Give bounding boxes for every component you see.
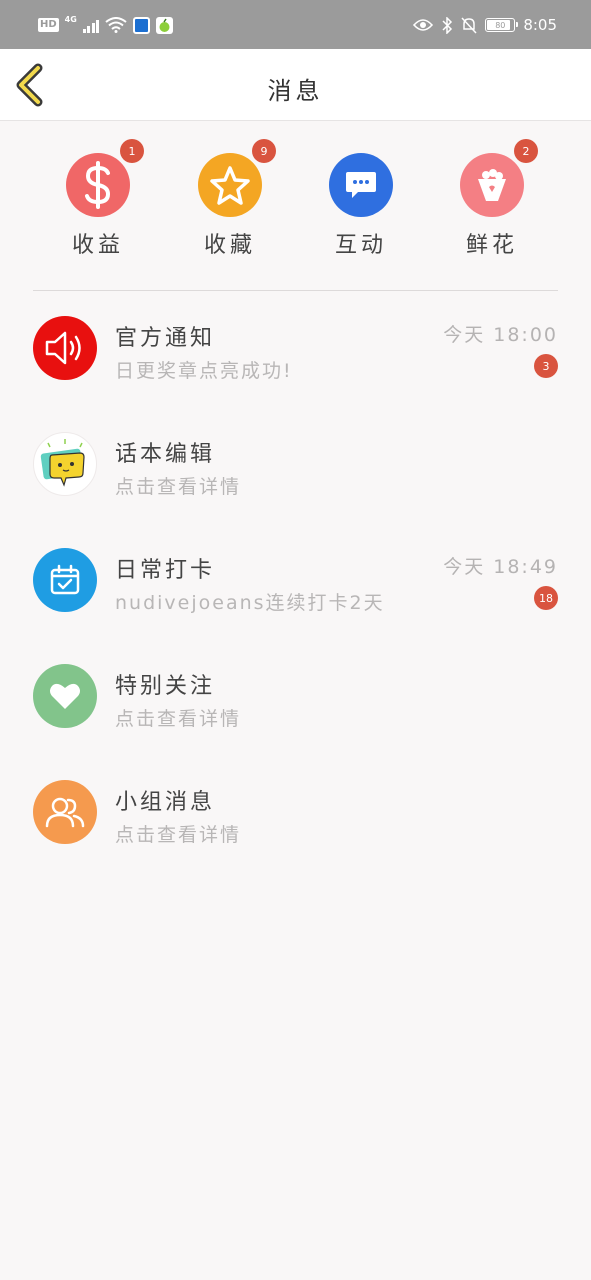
- message-preview: 点击查看详情: [115, 476, 242, 498]
- earnings-badge: 1: [120, 139, 144, 163]
- message-script-editor[interactable]: 话本编辑 点击查看详情: [0, 432, 591, 532]
- fruit-app-icon: [156, 16, 174, 34]
- speaker-icon: [45, 331, 81, 365]
- status-bar: HD 4G 80 8:05: [0, 0, 591, 49]
- follow-avatar: [33, 664, 97, 728]
- message-preview: nudivejoeans连续打卡2天: [115, 592, 385, 614]
- flowers-badge: 2: [514, 139, 538, 163]
- hd-indicator: HD: [38, 18, 59, 32]
- category-flowers[interactable]: 2 鲜花: [432, 139, 552, 263]
- eye-icon: [413, 19, 434, 31]
- network-type: 4G: [64, 14, 77, 24]
- message-preview: 点击查看详情: [115, 708, 242, 730]
- category-label: 收益: [71, 233, 124, 258]
- message-title: 特别关注: [115, 674, 216, 699]
- category-label: 收藏: [203, 233, 256, 258]
- wifi-icon: [105, 17, 127, 33]
- page-title: 消息: [267, 77, 324, 105]
- section-divider: [33, 290, 558, 291]
- message-group[interactable]: 小组消息 点击查看详情: [0, 780, 591, 880]
- checkin-avatar: [33, 548, 97, 612]
- battery-icon: 80: [485, 18, 519, 32]
- mute-bell-icon: [461, 16, 477, 34]
- message-preview: 点击查看详情: [115, 824, 242, 846]
- bluetooth-icon: [442, 16, 453, 34]
- flowers-circle: [460, 153, 524, 217]
- category-bar: 1 收益 9 收藏 互动 2 鲜花: [0, 121, 591, 291]
- favorites-circle: [198, 153, 262, 217]
- message-time: 今天 18:00: [443, 324, 558, 346]
- star-icon: [210, 166, 250, 205]
- message-special-follow[interactable]: 特别关注 点击查看详情: [0, 664, 591, 764]
- group-users-icon: [45, 797, 85, 828]
- unread-badge: 3: [534, 354, 558, 378]
- editor-avatar: [33, 432, 97, 496]
- category-label: 互动: [334, 233, 387, 258]
- flower-bouquet-icon: [478, 169, 506, 201]
- app-header: 消息: [0, 49, 591, 121]
- message-preview: 日更奖章点亮成功!: [115, 360, 293, 382]
- category-favorites[interactable]: 9 收藏: [170, 139, 290, 263]
- heart-icon: [50, 683, 80, 709]
- editor-mascot-icon: [40, 439, 85, 487]
- unread-badge: 18: [534, 586, 558, 610]
- message-title: 官方通知: [115, 326, 216, 351]
- chat-bubble-icon: [346, 172, 376, 198]
- clock: 8:05: [523, 16, 557, 34]
- category-earnings[interactable]: 1 收益: [38, 139, 158, 263]
- dollar-icon: [85, 161, 111, 209]
- message-title: 小组消息: [115, 790, 216, 815]
- interaction-circle: [329, 153, 393, 217]
- signal-icon: [82, 17, 100, 33]
- message-title: 话本编辑: [115, 442, 216, 467]
- official-avatar: [33, 316, 97, 380]
- message-official-notice[interactable]: 官方通知 日更奖章点亮成功! 今天 18:00 3: [0, 316, 591, 416]
- calendar-check-icon: [50, 564, 80, 595]
- favorites-badge: 9: [252, 139, 276, 163]
- message-daily-checkin[interactable]: 日常打卡 nudivejoeans连续打卡2天 今天 18:49 18: [0, 548, 591, 648]
- category-label: 鲜花: [465, 233, 518, 258]
- message-time: 今天 18:49: [443, 556, 558, 578]
- group-avatar: [33, 780, 97, 844]
- category-interaction[interactable]: 互动: [301, 153, 421, 263]
- earnings-circle: [66, 153, 130, 217]
- message-title: 日常打卡: [115, 558, 216, 583]
- shield-app-icon: [133, 16, 151, 34]
